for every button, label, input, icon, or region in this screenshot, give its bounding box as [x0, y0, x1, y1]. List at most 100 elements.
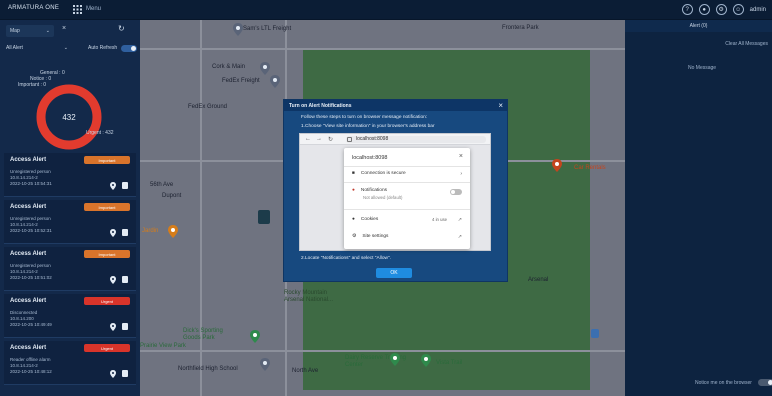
- site-settings-label: Site settings: [362, 234, 389, 239]
- site-info-popup: localhost:8098 × ■ Connection is secure …: [344, 148, 470, 249]
- browser-notice-label: Notice me on the browser: [695, 380, 752, 386]
- map-pin-icon[interactable]: [233, 23, 243, 36]
- alert-details: Unregistered person 10.8.14.214-2 2022-1…: [10, 169, 90, 187]
- map-label: 56th Ave: [150, 182, 174, 188]
- auto-refresh-toggle[interactable]: [121, 45, 137, 52]
- divider: [344, 209, 470, 210]
- back-arrow-icon: ←: [305, 136, 311, 142]
- alert-card[interactable]: Access Alert Important Unregistered pers…: [4, 200, 136, 244]
- close-icon[interactable]: ×: [62, 25, 74, 37]
- map-pin-icon[interactable]: [390, 353, 400, 366]
- alert-title: Access Alert: [10, 298, 47, 304]
- map-label: Cork & Main: [212, 64, 246, 70]
- location-pin-icon[interactable]: [110, 229, 116, 237]
- lock-icon: ■: [352, 171, 355, 176]
- site-info-icon: [347, 137, 352, 142]
- ok-button[interactable]: OK: [376, 268, 412, 278]
- alert-time: 2022-10-25 10:48:12: [10, 369, 52, 374]
- document-icon[interactable]: [122, 229, 128, 236]
- map-label: Jardin: [142, 228, 159, 234]
- map-label: North Ave: [292, 368, 319, 374]
- refresh-icon[interactable]: ↻: [118, 24, 125, 33]
- map-label: Frontera Park: [502, 25, 539, 31]
- map-label: Car Rentals: [574, 165, 606, 171]
- cookies-count: 4 in use: [432, 217, 448, 222]
- alert-level-badge: Important: [84, 250, 130, 258]
- menu-label[interactable]: Menu: [86, 6, 101, 12]
- map-pin-icon[interactable]: [260, 62, 270, 75]
- browser-screenshot: ← → ↻ localhost:8098 localhost:8098 × ■ …: [299, 133, 491, 251]
- location-pin-icon[interactable]: [110, 370, 116, 378]
- close-icon: ×: [458, 153, 463, 160]
- modal-intro: Follow these steps to turn on browser me…: [301, 115, 428, 120]
- close-icon[interactable]: ×: [498, 101, 503, 110]
- notifications-toggle: [450, 189, 462, 195]
- alert-card[interactable]: Access Alert Important Unregistered pers…: [4, 247, 136, 291]
- forward-arrow-icon: →: [316, 136, 322, 142]
- user-name[interactable]: admin: [750, 7, 766, 13]
- map-pin-icon[interactable]: [250, 330, 260, 343]
- modal-title: Turn on Alert Notifications: [284, 100, 507, 111]
- alert-level-badge: Important: [84, 203, 130, 211]
- browser-notice-toggle[interactable]: [758, 379, 772, 386]
- location-pin-icon[interactable]: [110, 323, 116, 331]
- connection-label: Connection is secure: [360, 171, 406, 176]
- alert-filter-value: All Alert: [6, 45, 23, 51]
- transit-icon: [591, 329, 599, 338]
- apps-grid-icon[interactable]: [73, 5, 82, 14]
- alert-card[interactable]: Access Alert Important Unregistered pers…: [4, 153, 136, 197]
- alert-filter-select[interactable]: All Alert ⌄: [6, 42, 68, 54]
- connection-row: ■ Connection is secure: [352, 171, 406, 176]
- map-pin-icon[interactable]: [168, 225, 178, 238]
- notifications-row: ● Notifications: [352, 188, 387, 193]
- map-road: [140, 350, 625, 352]
- reload-icon: ↻: [328, 137, 334, 143]
- document-icon[interactable]: [122, 370, 128, 377]
- map-pin-icon[interactable]: [421, 354, 431, 367]
- map-pin-icon[interactable]: [270, 75, 280, 88]
- divider: [344, 166, 470, 167]
- alert-title: Access Alert: [10, 204, 47, 210]
- alert-card[interactable]: Access Alert Urgent Disconnected 10.8.14…: [4, 294, 136, 338]
- notification-bell-icon[interactable]: ●: [698, 4, 710, 15]
- alert-card[interactable]: Access Alert Urgent Reader offline alarm…: [4, 341, 136, 385]
- user-avatar-icon[interactable]: ☺: [732, 4, 744, 15]
- auto-refresh-label: Auto Refresh: [88, 45, 118, 51]
- alert-sidebar: Map ⌄ × ↻ All Alert ⌄ Auto Refresh Gener…: [0, 20, 140, 396]
- map-select-value: Map: [10, 28, 20, 34]
- map-label: Dupont: [162, 193, 182, 199]
- cookie-icon: ●: [352, 217, 355, 222]
- map-road: [140, 48, 625, 50]
- alert-time: 2022-10-25 10:54:31: [10, 181, 52, 186]
- map-select[interactable]: Map ⌄: [6, 25, 54, 37]
- document-icon[interactable]: [122, 182, 128, 189]
- alert-details: Unregistered person 10.8.14.214-2 2022-1…: [10, 263, 90, 281]
- cookies-label: Cookies: [360, 217, 379, 222]
- clear-all-messages-link[interactable]: Clear All Messages: [725, 41, 768, 47]
- map-label: FedEx Freight: [222, 78, 260, 84]
- alert-time: 2022-10-25 10:51:02: [10, 275, 52, 280]
- device-marker[interactable]: [258, 210, 270, 224]
- alert-level-badge: Urgent: [84, 297, 130, 305]
- map-label: Vista Trail: [436, 360, 463, 366]
- chevron-down-icon: ⌄: [45, 28, 50, 34]
- alert-count-header: Alert (0): [625, 20, 772, 32]
- browser-address-bar: ← → ↻ localhost:8098: [300, 134, 490, 145]
- cookies-row: ● Cookies: [352, 217, 378, 222]
- document-icon[interactable]: [122, 323, 128, 330]
- modal-step-1: 1.Choose "View site information" in your…: [301, 124, 435, 129]
- alert-level-badge: Important: [84, 156, 130, 164]
- chart-label-urgent: Urgent : 432: [86, 130, 114, 136]
- document-icon[interactable]: [122, 276, 128, 283]
- bell-icon: ●: [352, 188, 355, 193]
- alert-time: 2022-10-25 10:52:31: [10, 228, 52, 233]
- site-settings-row: ⚙ Site settings: [352, 234, 388, 239]
- location-pin-icon[interactable]: [110, 276, 116, 284]
- settings-icon[interactable]: ⚙: [715, 4, 727, 15]
- alert-details: Reader offline alarm 10.8.14.214-2 2022-…: [10, 357, 90, 375]
- map-pin-icon[interactable]: [552, 159, 562, 172]
- map-pin-icon[interactable]: [260, 358, 270, 371]
- help-icon[interactable]: ?: [681, 4, 693, 15]
- location-pin-icon[interactable]: [110, 182, 116, 190]
- alert-title: Access Alert: [10, 345, 47, 351]
